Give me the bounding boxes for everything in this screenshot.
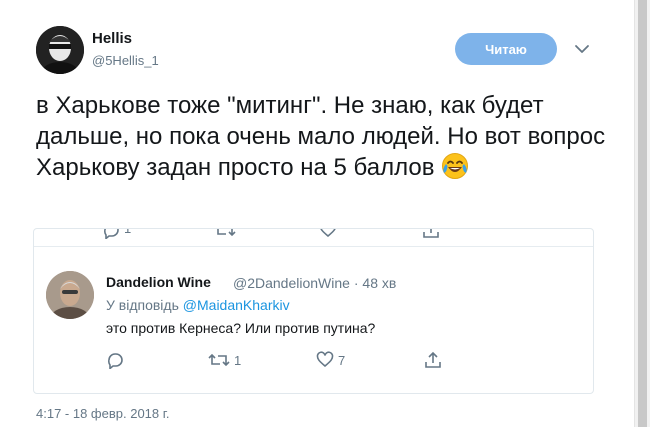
like-icon[interactable] [316, 351, 334, 369]
share-icon[interactable] [422, 229, 440, 244]
avatar[interactable] [36, 26, 84, 74]
clipped-tweet-actions: 1 [34, 228, 593, 245]
share-action[interactable] [424, 350, 442, 370]
reply-author-handle[interactable]: @2DandelionWine [233, 275, 350, 291]
scrollbar-thumb[interactable] [638, 0, 647, 427]
caret-down-icon[interactable] [573, 40, 591, 58]
reply-time[interactable]: 48 хв [362, 275, 396, 291]
retweet-icon[interactable] [208, 351, 230, 369]
reply-icon[interactable] [106, 351, 124, 369]
reply-author-name[interactable]: Dandelion Wine [106, 274, 211, 290]
tweet-timestamp[interactable]: 4:17 - 18 февр. 2018 г. [36, 406, 170, 421]
in-reply-to-prefix: У відповідь [106, 297, 179, 313]
tweet-text-content: в Харькове тоже "митинг". Не знаю, как б… [36, 92, 606, 181]
author-name[interactable]: Hellis [92, 30, 132, 47]
meta-separator: · [353, 275, 359, 291]
scrollbar-track[interactable] [634, 0, 650, 427]
share-icon[interactable] [424, 351, 442, 369]
like-count: 7 [338, 352, 346, 368]
retweet-icon[interactable] [214, 229, 236, 244]
mention-link[interactable]: @MaidanKharkiv [183, 297, 290, 313]
retweet-action[interactable]: 1 [208, 350, 241, 370]
reply-count: 1 [124, 228, 132, 236]
reply-card[interactable]: 1 Dandelion Wine @2DandelionWine · 48 хв… [33, 228, 594, 394]
follow-button[interactable]: Читаю [455, 33, 557, 65]
card-divider [34, 246, 593, 247]
reply-meta: @2DandelionWine · 48 хв [233, 275, 396, 291]
like-action[interactable]: 7 [316, 350, 345, 370]
author-handle[interactable]: @5Hellis_1 [92, 53, 159, 68]
reply-avatar[interactable] [46, 271, 94, 319]
reply-icon[interactable] [102, 229, 120, 244]
reply-text: это против Кернеса? Или против путина? [106, 320, 376, 336]
reply-action[interactable] [106, 350, 124, 370]
tweet-text: в Харькове тоже "митинг". Не знаю, как б… [36, 90, 616, 183]
face-with-tears-of-joy-icon [441, 152, 469, 180]
in-reply-to: У відповідь @MaidanKharkiv [106, 297, 290, 313]
retweet-count: 1 [234, 352, 242, 368]
like-icon[interactable] [319, 229, 337, 244]
